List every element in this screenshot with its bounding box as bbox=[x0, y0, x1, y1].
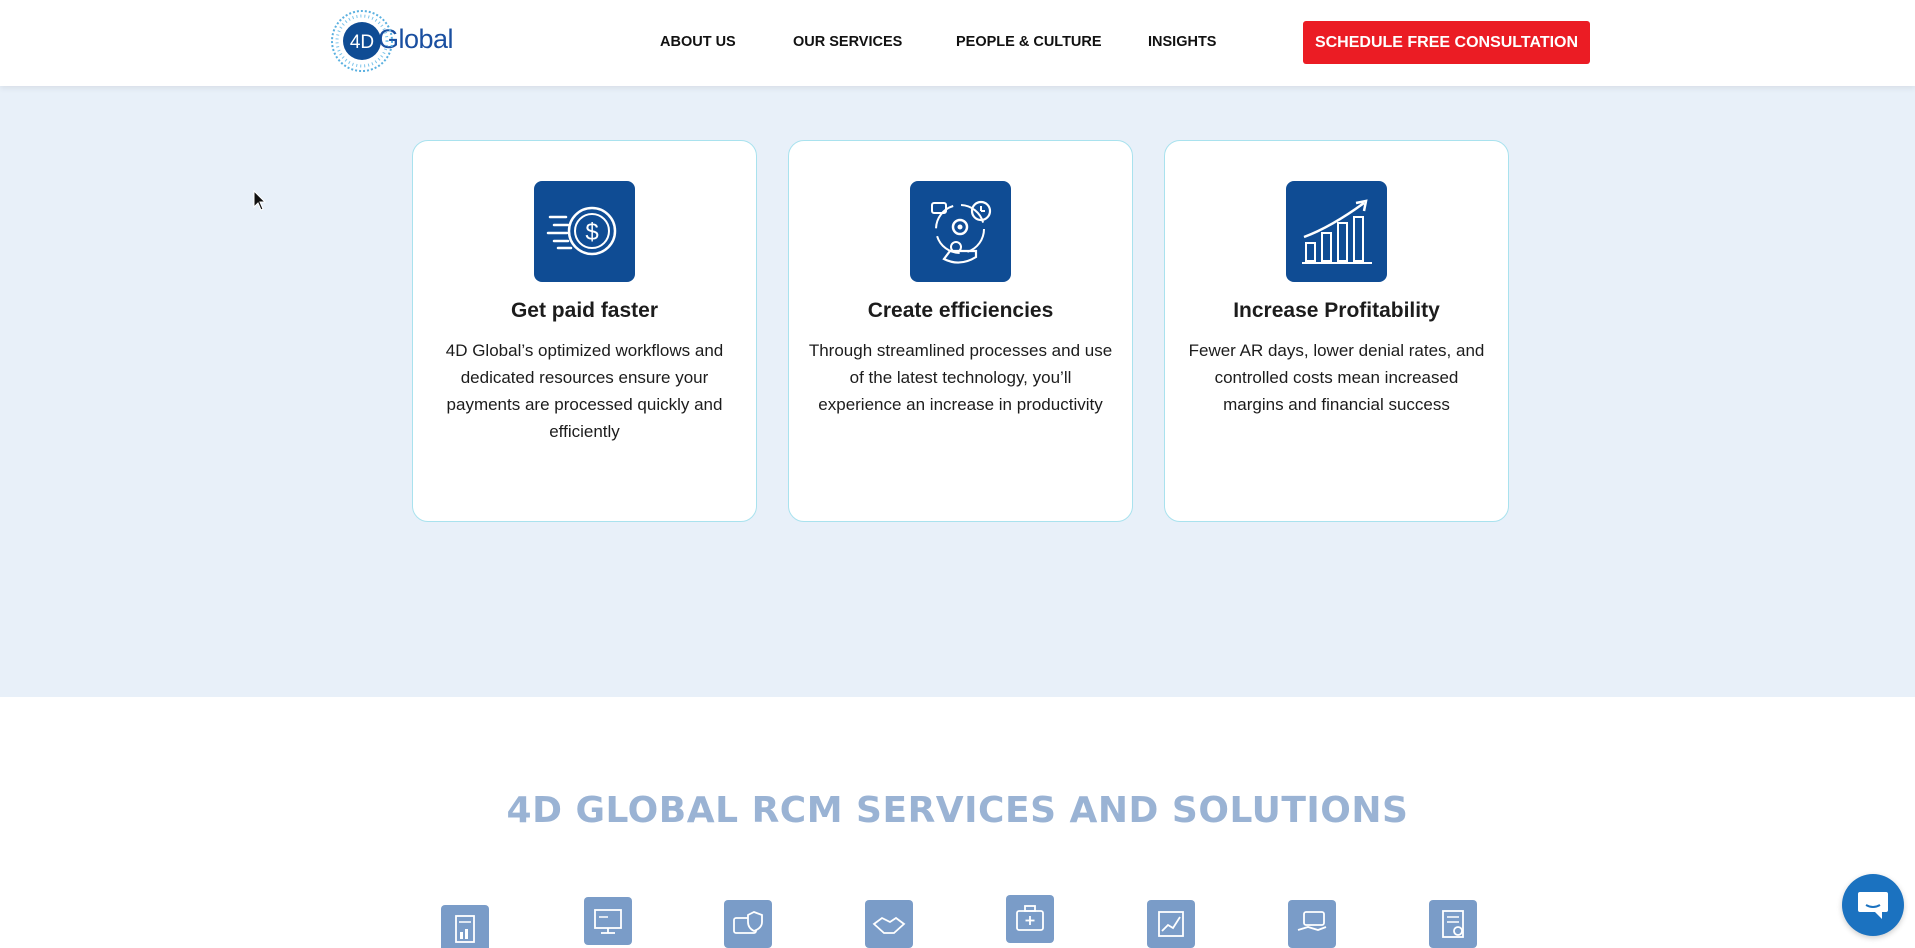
chat-widget-button[interactable] bbox=[1842, 874, 1904, 936]
benefit-card-increase-profitability: Increase Profitability Fewer AR days, lo… bbox=[1164, 140, 1509, 522]
logo-globe-icon: 4D bbox=[328, 7, 396, 75]
certificate-icon[interactable] bbox=[1429, 900, 1477, 948]
benefit-description: Fewer AR days, lower denial rates, and c… bbox=[1188, 341, 1485, 414]
document-chart-icon[interactable] bbox=[441, 905, 489, 948]
benefit-title: Get paid faster bbox=[510, 299, 659, 322]
benefit-description: Through streamlined processes and use of… bbox=[808, 341, 1113, 414]
growth-chart-icon bbox=[1286, 181, 1387, 282]
benefit-card-get-paid-faster: $ Get paid faster 4D Global’s optimized … bbox=[412, 140, 757, 522]
logo-mark-text: 4D bbox=[350, 32, 374, 53]
nav-insights[interactable]: INSIGHTS bbox=[1148, 34, 1216, 50]
monitor-analytics-icon[interactable] bbox=[584, 897, 632, 945]
benefit-title: Increase Profitability bbox=[1233, 299, 1440, 322]
logo[interactable]: 4D Global bbox=[328, 6, 463, 76]
benefit-title: Create efficiencies bbox=[867, 299, 1054, 322]
report-chart-icon[interactable] bbox=[1147, 900, 1195, 948]
nav-people-culture[interactable]: PEOPLE & CULTURE bbox=[956, 34, 1102, 50]
svg-text:$: $ bbox=[585, 219, 598, 246]
nav-our-services[interactable]: OUR SERVICES bbox=[793, 34, 902, 50]
services-section-title: 4D GLOBAL RCM SERVICES AND SOLUTIONS bbox=[506, 790, 1409, 831]
handshake-icon[interactable] bbox=[865, 900, 913, 948]
benefit-card-create-efficiencies: Create efficiencies Through streamlined … bbox=[788, 140, 1133, 522]
chat-bubble-icon bbox=[1858, 892, 1888, 919]
efficiency-gears-clock-icon bbox=[910, 181, 1011, 282]
card-shield-icon[interactable] bbox=[724, 900, 772, 948]
briefcase-medical-icon[interactable] bbox=[1006, 895, 1054, 943]
hand-card-icon[interactable] bbox=[1288, 900, 1336, 948]
benefit-description: 4D Global’s optimized workflows and dedi… bbox=[445, 341, 724, 441]
dollar-coin-speed-icon: $ bbox=[534, 181, 635, 282]
schedule-consultation-button[interactable]: SCHEDULE FREE CONSULTATION bbox=[1303, 21, 1590, 64]
nav-about-us[interactable]: ABOUT US bbox=[660, 34, 736, 50]
site-header: 4D Global ABOUT US OUR SERVICES PEOPLE &… bbox=[0, 0, 1915, 86]
mouse-cursor-icon bbox=[253, 189, 267, 212]
